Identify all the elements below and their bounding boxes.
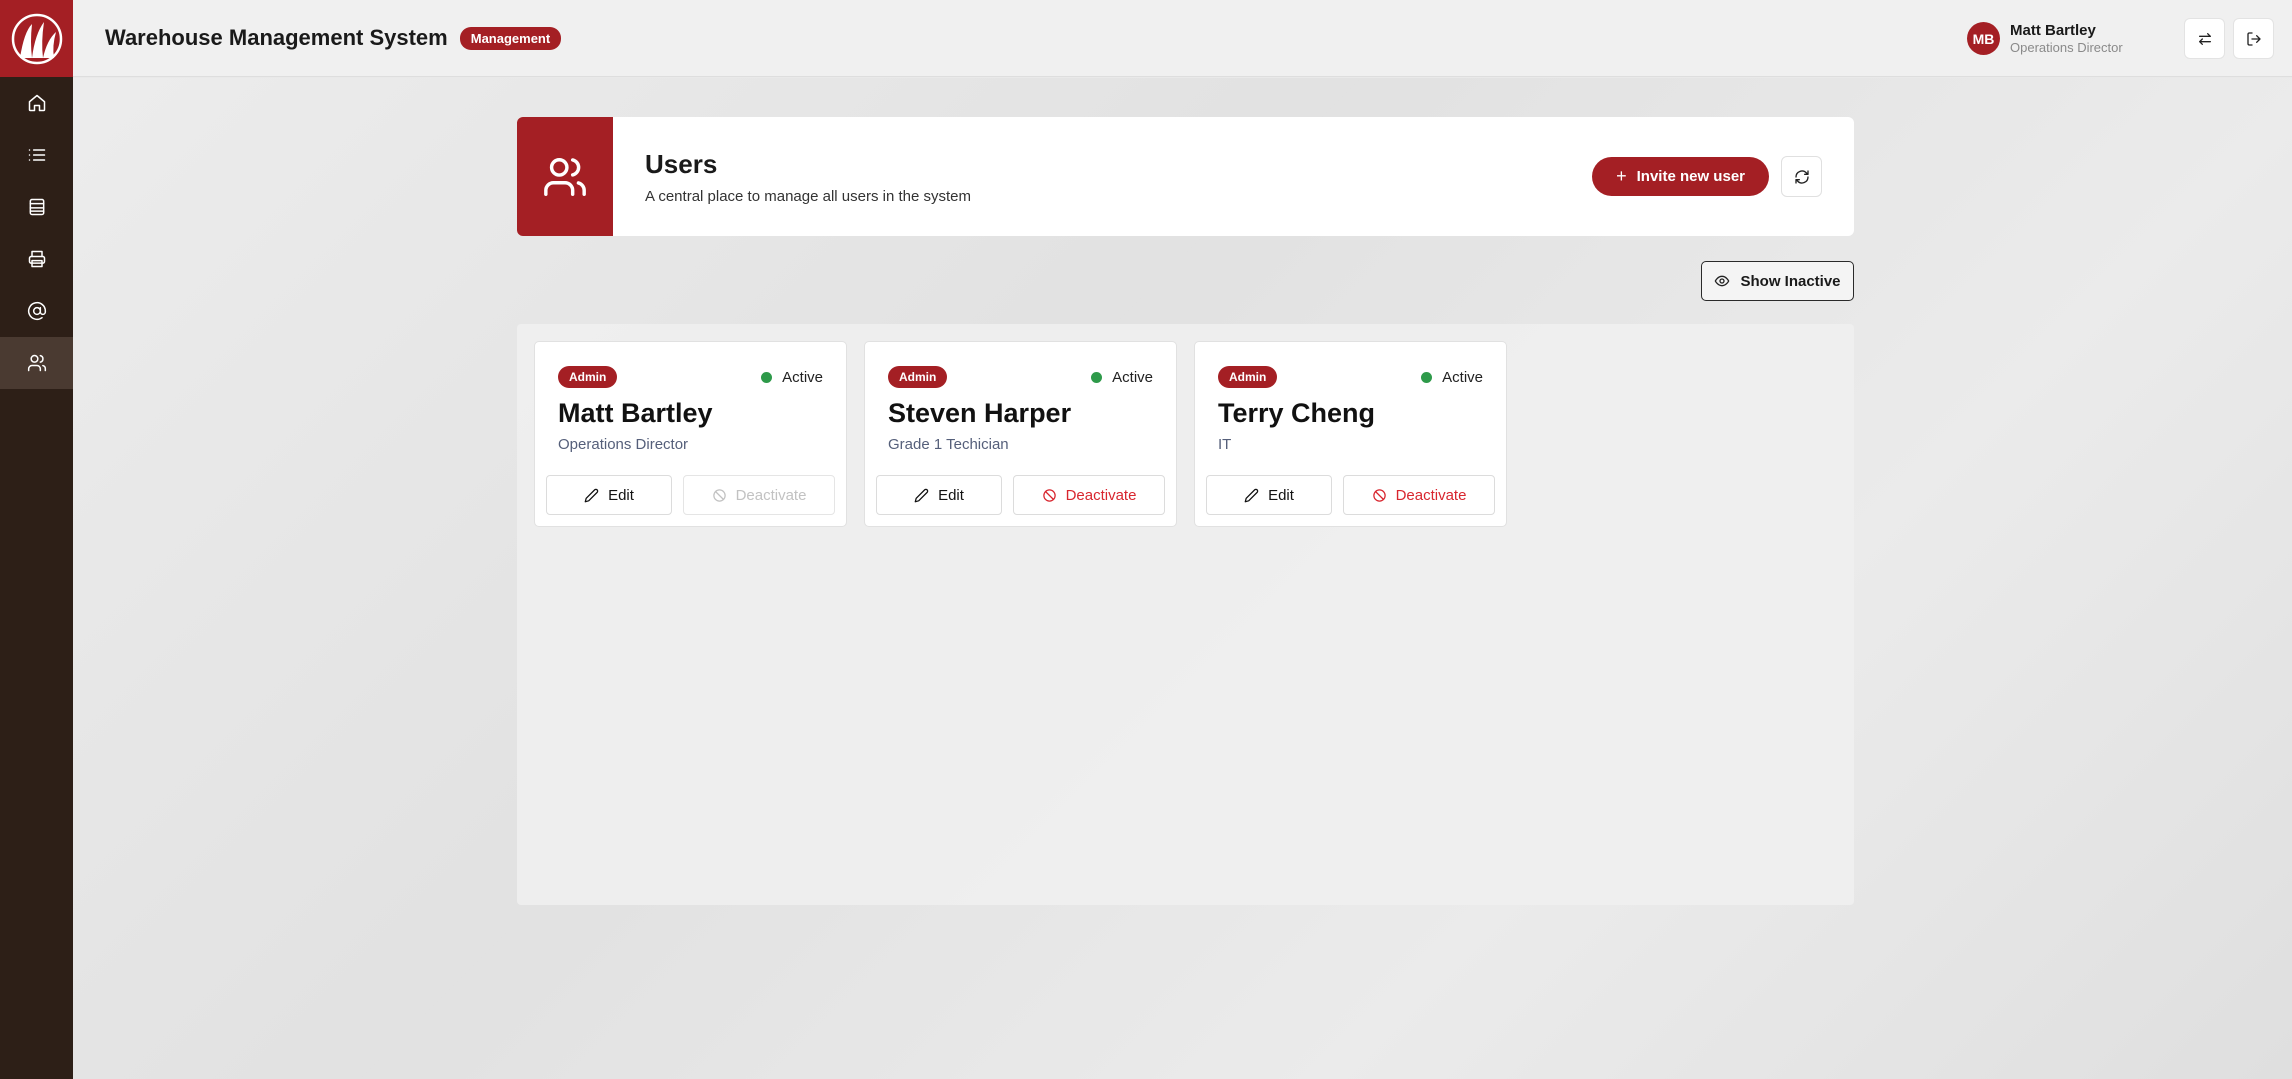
user-card: Admin Active Terry Cheng IT Edit Deactiv…: [1194, 341, 1507, 527]
plus-icon: +: [1616, 166, 1627, 186]
status-label: Active: [782, 368, 823, 386]
page-header-text: Users A central place to manage all user…: [645, 149, 971, 205]
eye-icon: [1715, 275, 1730, 287]
status-dot: [1421, 371, 1433, 383]
page-header-icon-box: [517, 117, 613, 236]
refresh-icon: [1794, 169, 1809, 184]
edit-label: Edit: [938, 486, 964, 504]
inventory-icon: [29, 198, 44, 216]
refresh-button[interactable]: [1781, 156, 1822, 197]
sidebar-item-printing[interactable]: [0, 233, 73, 285]
printer-icon: [28, 250, 45, 268]
pencil-icon: [1244, 488, 1259, 502]
sidebar-item-home[interactable]: [0, 77, 73, 129]
sidebar: [0, 0, 73, 1079]
sidebar-item-email[interactable]: [0, 285, 73, 337]
page-subtitle: A central place to manage all users in t…: [645, 187, 972, 205]
status-indicator: Active: [1091, 369, 1153, 386]
logout-icon: [2246, 31, 2261, 46]
users-icon: [27, 354, 46, 372]
page-header-actions: + Invite new user: [1592, 117, 1822, 236]
edit-button[interactable]: Edit: [1206, 475, 1332, 515]
pencil-icon: [914, 488, 929, 502]
switch-arrows-icon: [2198, 32, 2211, 45]
pencil-icon: [584, 488, 599, 502]
user-card: Admin Active Steven Harper Grade 1 Techi…: [864, 341, 1177, 527]
edit-button[interactable]: Edit: [546, 475, 672, 515]
invite-user-button[interactable]: + Invite new user: [1592, 157, 1769, 196]
sidebar-item-list[interactable]: [0, 129, 73, 181]
ban-icon: [1372, 488, 1386, 502]
status-label: Active: [1112, 368, 1153, 386]
user-card-name: Terry Cheng: [1218, 398, 1376, 428]
role-badge: Admin: [558, 366, 618, 388]
role-badge: Admin: [888, 366, 948, 388]
user-card-title: IT: [1218, 436, 1232, 453]
page-title: Users: [645, 148, 718, 179]
status-dot: [1091, 371, 1103, 383]
at-sign-icon: [27, 301, 46, 321]
header-user-area: MB Matt Bartley Operations Director: [1967, 0, 2274, 77]
status-indicator: Active: [761, 369, 823, 386]
app-title: Warehouse Management System: [105, 25, 448, 50]
deactivate-button: Deactivate: [683, 475, 835, 515]
list-icon: [28, 149, 45, 161]
deactivate-label: Deactivate: [735, 486, 807, 504]
edit-button[interactable]: Edit: [876, 475, 1002, 515]
sidebar-nav: [0, 77, 73, 389]
edit-label: Edit: [608, 486, 634, 504]
ban-icon: [1042, 488, 1056, 502]
user-card: Admin Active Matt Bartley Operations Dir…: [534, 341, 847, 527]
deactivate-button[interactable]: Deactivate: [1013, 475, 1165, 515]
user-cards-panel: Admin Active Matt Bartley Operations Dir…: [517, 324, 1854, 905]
user-name: Matt Bartley: [2010, 22, 2096, 39]
app-logo[interactable]: [0, 0, 73, 77]
user-role: Operations Director: [2010, 40, 2123, 55]
top-header: Warehouse Management System Management M…: [73, 0, 2292, 77]
ban-icon: [712, 488, 726, 502]
deactivate-label: Deactivate: [1065, 486, 1137, 504]
users-icon: [544, 157, 586, 196]
home-icon: [28, 94, 45, 112]
status-indicator: Active: [1421, 369, 1483, 386]
management-badge: Management: [459, 26, 562, 50]
main-content: Users A central place to manage all user…: [73, 78, 2292, 1079]
edit-label: Edit: [1268, 486, 1294, 504]
user-card-name: Matt Bartley: [558, 398, 713, 428]
logout-button[interactable]: [2233, 18, 2274, 59]
show-inactive-label: Show Inactive: [1740, 272, 1841, 290]
show-inactive-button[interactable]: Show Inactive: [1701, 261, 1854, 301]
logo-icon: [11, 13, 62, 64]
avatar[interactable]: MB: [1967, 22, 2000, 55]
user-card-name: Steven Harper: [888, 398, 1072, 428]
deactivate-button[interactable]: Deactivate: [1343, 475, 1495, 515]
user-info: Matt Bartley Operations Director: [2010, 22, 2176, 55]
sidebar-item-users[interactable]: [0, 337, 73, 389]
invite-user-label: Invite new user: [1636, 168, 1745, 185]
switch-button[interactable]: [2184, 18, 2225, 59]
status-dot: [761, 371, 773, 383]
user-card-title: Operations Director: [558, 436, 689, 453]
user-card-title: Grade 1 Techician: [888, 436, 1009, 453]
sidebar-item-inventory[interactable]: [0, 181, 73, 233]
status-label: Active: [1442, 368, 1483, 386]
page-header: Users A central place to manage all user…: [517, 117, 1854, 236]
role-badge: Admin: [1218, 366, 1278, 388]
deactivate-label: Deactivate: [1395, 486, 1467, 504]
